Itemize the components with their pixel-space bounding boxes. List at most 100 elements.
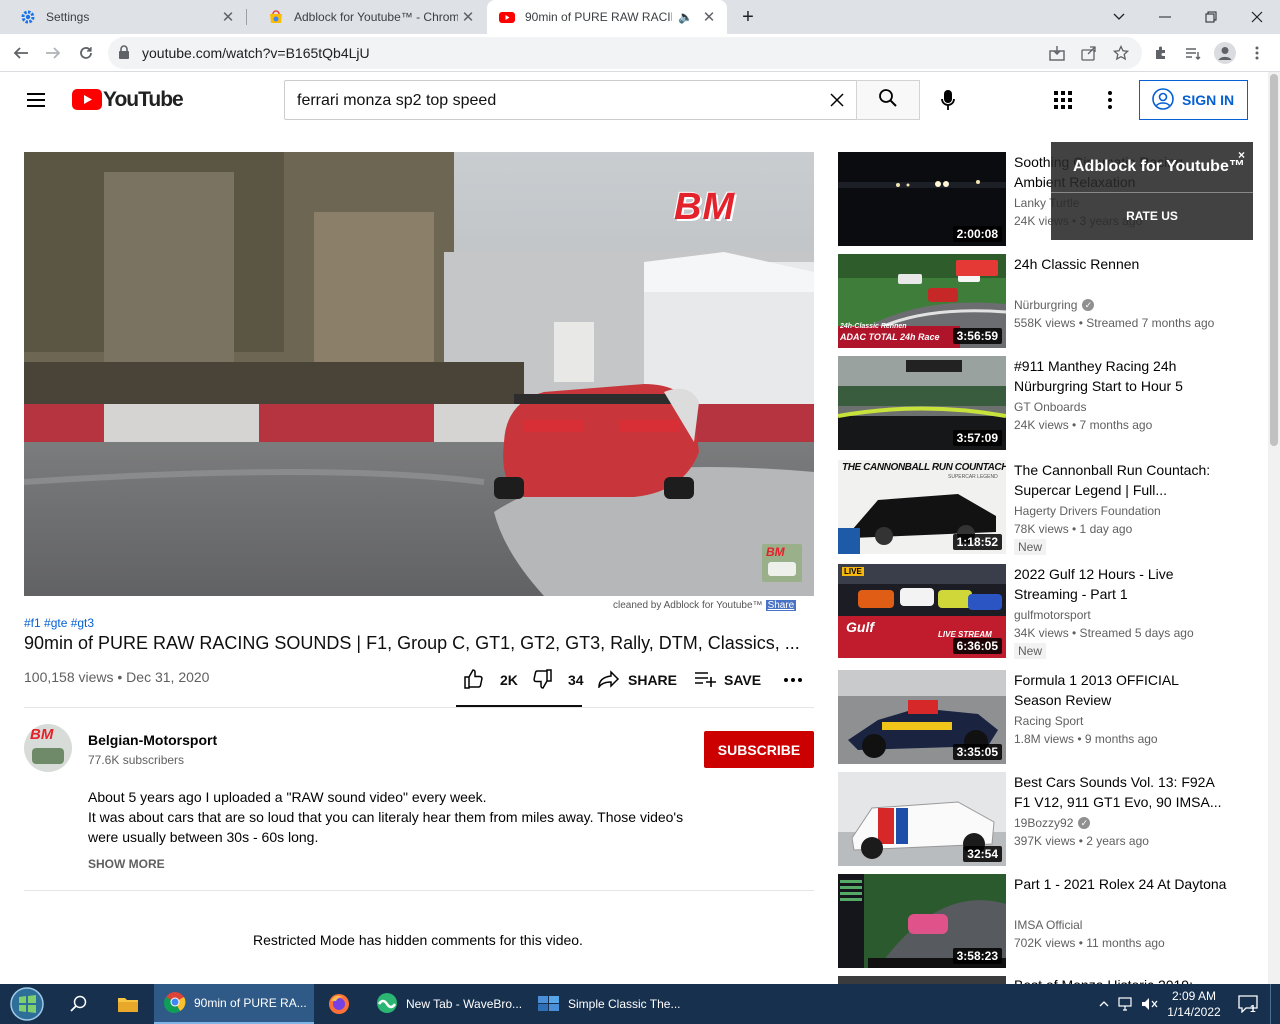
subscribe-button[interactable]: SUBSCRIBE	[704, 731, 814, 768]
close-tab-icon[interactable]: ✕	[699, 8, 719, 26]
taskbar-window-label: Simple Classic The...	[568, 997, 681, 1011]
video-description: About 5 years ago I uploaded a "RAW soun…	[88, 787, 708, 847]
video-title: 24h Classic Rennen	[1014, 256, 1140, 272]
system-clock[interactable]: 2:09 AM 1/14/2022	[1162, 988, 1226, 1020]
sign-in-button[interactable]: SIGN IN	[1139, 80, 1248, 120]
recommended-video[interactable]: 3:57:09 #911 Manthey Racing 24h Nürburgr…	[838, 356, 1258, 450]
video-thumbnail[interactable]: LIVE Gulf LIVE STREAM 6:36:05	[838, 564, 1006, 658]
video-thumbnail[interactable]: 2:00:08	[838, 152, 1006, 246]
close-tab-icon[interactable]: ✕	[218, 8, 238, 26]
dislike-button[interactable]: 34	[532, 668, 584, 692]
video-thumbnail[interactable]: 32:54	[838, 772, 1006, 866]
video-thumbnail[interactable]: 3:35:05	[838, 670, 1006, 764]
apps-grid-icon[interactable]	[1054, 91, 1072, 114]
youtube-logo-text[interactable]: YouTube	[103, 88, 184, 112]
clear-search-icon[interactable]	[829, 92, 845, 113]
show-more-button[interactable]: SHOW MORE	[88, 857, 165, 871]
close-icon[interactable]: ×	[1238, 148, 1245, 162]
search-input[interactable]: ferrari monza sp2 top speed	[284, 80, 857, 120]
video-meta: 397K views • 2 years ago	[1014, 834, 1149, 848]
thumbs-down-icon	[532, 668, 552, 692]
new-tab-button[interactable]: +	[734, 6, 762, 28]
adblock-share-link[interactable]: Share	[765, 600, 797, 611]
video-title: Formula 1 2013 OFFICIAL Season Review	[1014, 672, 1179, 708]
video-hashtags[interactable]: #f1 #gte #gt3	[24, 616, 94, 630]
page-scrollbar[interactable]	[1268, 72, 1280, 984]
tab-youtube-video[interactable]: 90min of PURE RAW RACING 🔈 ✕	[487, 0, 727, 34]
video-thumbnail[interactable]: 3:57:09	[838, 356, 1006, 450]
minimize-button[interactable]	[1142, 0, 1188, 34]
install-app-icon[interactable]	[1047, 43, 1067, 63]
video-title: Best Cars Sounds Vol. 13: F92A F1 V12, 9…	[1014, 774, 1222, 810]
video-player[interactable]: BM BM	[24, 152, 814, 596]
tab-settings[interactable]: Settings ✕	[0, 0, 246, 34]
volume-muted-icon[interactable]	[1140, 984, 1160, 1024]
more-actions-icon[interactable]	[784, 668, 802, 692]
forward-button[interactable]	[38, 38, 68, 68]
recommended-video[interactable]: 24h-Classic Rennen ADAC TOTAL 24h Race 3…	[838, 254, 1258, 348]
profile-avatar-icon[interactable]	[1210, 38, 1240, 68]
extensions-icon[interactable]	[1146, 38, 1176, 68]
tab-search-button[interactable]	[1096, 0, 1142, 34]
tab-adblock-webstore[interactable]: Adblock for Youtube™ - Chrome We ✕	[248, 0, 486, 34]
rate-us-button[interactable]: RATE US	[1051, 209, 1253, 223]
video-thumbnail[interactable]: 3:58:23	[838, 874, 1006, 968]
hamburger-menu-icon[interactable]	[24, 88, 48, 112]
video-thumbnail[interactable]: THE CANNONBALL RUN COUNTACH SUPERCAR LEG…	[838, 460, 1006, 554]
lock-icon[interactable]	[118, 45, 130, 65]
network-icon[interactable]	[1116, 984, 1136, 1024]
channel-branding-icon[interactable]: BM	[762, 544, 802, 582]
recommended-video[interactable]: 3:58:23 Part 1 - 2021 Rolex 24 At Dayton…	[838, 874, 1258, 968]
video-thumbnail[interactable]: 24h-Classic Rennen ADAC TOTAL 24h Race 3…	[838, 254, 1006, 348]
tab-separator	[246, 9, 247, 25]
recommended-video[interactable]: Best of Monza Historic 2019:	[838, 976, 1258, 984]
file-explorer-icon[interactable]	[106, 984, 150, 1024]
chrome-menu-icon[interactable]	[1242, 38, 1272, 68]
video-title: Part 1 - 2021 Rolex 24 At Daytona	[1014, 876, 1227, 892]
channel-name: gulfmotorsport	[1014, 608, 1091, 622]
reading-list-icon[interactable]	[1178, 38, 1208, 68]
close-tab-icon[interactable]: ✕	[458, 8, 478, 26]
address-bar[interactable]: youtube.com/watch?v=B165tQb4LjU	[108, 37, 1142, 69]
restore-button[interactable]	[1188, 0, 1234, 34]
taskbar-window-wavebrowser[interactable]: New Tab - WaveBro...	[366, 984, 526, 1024]
recommended-video[interactable]: THE CANNONBALL RUN COUNTACH SUPERCAR LEG…	[838, 460, 1258, 555]
reload-button[interactable]	[71, 38, 101, 68]
share-arrow-icon	[598, 669, 620, 691]
video-meta: 34K views • Streamed 5 days ago	[1014, 626, 1194, 640]
more-settings-icon[interactable]	[1108, 91, 1112, 114]
share-page-icon[interactable]	[1079, 43, 1099, 63]
search-button[interactable]	[856, 80, 920, 120]
save-button[interactable]: SAVE	[694, 668, 761, 692]
microphone-icon[interactable]	[936, 88, 960, 112]
youtube-logo-icon[interactable]	[72, 89, 102, 115]
show-desktop-button[interactable]	[1270, 984, 1280, 1024]
speaker-icon[interactable]: 🔈	[678, 10, 693, 24]
close-window-button[interactable]	[1234, 0, 1280, 34]
bookmark-star-icon[interactable]	[1111, 43, 1131, 63]
start-button[interactable]	[4, 984, 50, 1024]
channel-avatar[interactable]: BM	[24, 724, 72, 772]
channel-name[interactable]: Belgian-Motorsport	[88, 732, 217, 748]
adblock-popup: Adblock for Youtube™ × RATE US	[1051, 142, 1253, 240]
firefox-icon[interactable]	[318, 984, 360, 1024]
share-button[interactable]: SHARE	[598, 668, 677, 692]
scrollbar-thumb[interactable]	[1270, 74, 1278, 446]
notification-center-icon[interactable]: 1	[1236, 984, 1260, 1024]
video-thumbnail[interactable]	[838, 976, 1006, 984]
recommended-video[interactable]: 3:35:05 Formula 1 2013 OFFICIAL Season R…	[838, 670, 1258, 764]
wavebrowser-icon	[376, 992, 398, 1017]
video-duration: 6:36:05	[952, 638, 1002, 654]
recommended-video[interactable]: 32:54 Best Cars Sounds Vol. 13: F92A F1 …	[838, 772, 1258, 866]
search-icon	[878, 88, 898, 113]
taskbar-window-chrome[interactable]: 90min of PURE RA...	[154, 984, 314, 1024]
like-button[interactable]: 2K	[464, 668, 518, 692]
video-title: 2022 Gulf 12 Hours - Live Streaming - Pa…	[1014, 566, 1174, 602]
taskbar-window-classic-theme[interactable]: Simple Classic The...	[528, 984, 688, 1024]
recommended-video[interactable]: LIVE Gulf LIVE STREAM 6:36:05 2022 Gulf …	[838, 564, 1258, 659]
search-icon[interactable]	[62, 984, 96, 1024]
show-hidden-icons-chevron-icon[interactable]	[1094, 984, 1114, 1024]
back-button[interactable]	[6, 38, 36, 68]
video-title: The Cannonball Run Countach: Supercar Le…	[1014, 462, 1211, 498]
gear-icon	[20, 9, 36, 25]
